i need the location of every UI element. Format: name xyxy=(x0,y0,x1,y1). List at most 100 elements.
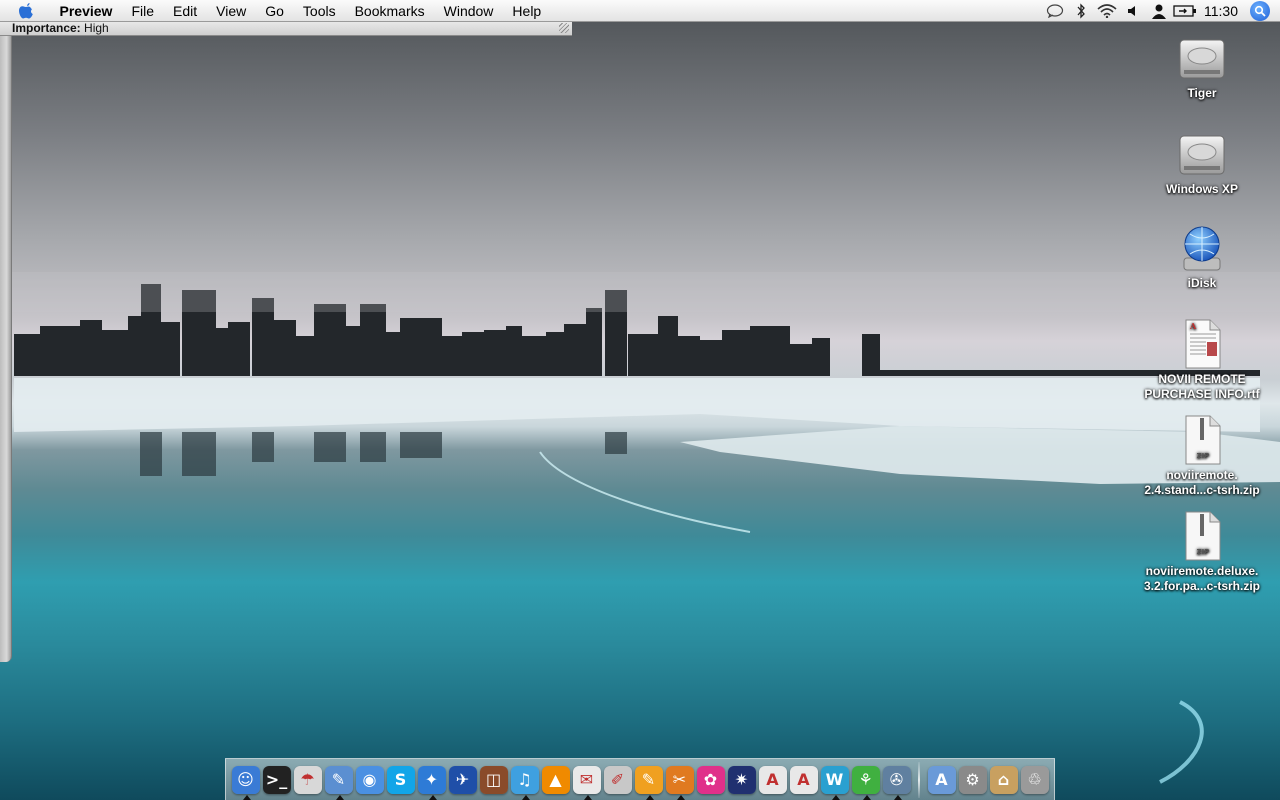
desktop-wallpaper xyxy=(0,22,1280,800)
safari-icon: ✦ xyxy=(417,765,446,794)
dock-item[interactable]: ✐ xyxy=(602,762,633,798)
rtf-document-icon: A xyxy=(1185,319,1221,369)
desktop-icon-label-line1: NOVII REMOTE xyxy=(1158,372,1246,386)
running-indicator-icon xyxy=(584,794,592,800)
star-app-icon: ✷ xyxy=(727,765,756,794)
dock-item[interactable]: ⚙ xyxy=(957,762,988,798)
desktop-icon-tiger[interactable]: Tiger xyxy=(1132,32,1272,101)
network-app-icon: ⚘ xyxy=(851,765,880,794)
running-indicator-icon xyxy=(429,794,437,800)
menu-window[interactable]: Window xyxy=(434,0,503,22)
battery-icon[interactable] xyxy=(1172,0,1198,22)
dock-item[interactable]: ♲ xyxy=(1019,762,1050,798)
ichat-icon: ◉ xyxy=(355,765,384,794)
running-indicator-icon xyxy=(677,794,685,800)
importance-value: High xyxy=(84,21,109,35)
menu-edit[interactable]: Edit xyxy=(164,0,207,22)
menu-go[interactable]: Go xyxy=(256,0,294,22)
zip-archive-icon: ZIP xyxy=(1185,415,1221,465)
bluetooth-icon[interactable] xyxy=(1068,0,1094,22)
dock-item[interactable]: ✉ xyxy=(571,762,602,800)
dock-item[interactable]: A xyxy=(788,762,819,798)
pencil-app-icon: ✎ xyxy=(634,765,663,794)
desktop-icon-windows-xp[interactable]: Windows XP xyxy=(1132,128,1272,197)
acrobat-reader-icon: A xyxy=(789,765,818,794)
menu-file[interactable]: File xyxy=(122,0,164,22)
svg-text:A: A xyxy=(1189,321,1197,331)
dock-item[interactable]: ✿ xyxy=(695,762,726,798)
desktop-icon-rtf-document[interactable]: A NOVII REMOTE PURCHASE INFO.rtf xyxy=(1132,318,1272,402)
wifi-icon[interactable] xyxy=(1094,0,1120,22)
chat-bubble-icon[interactable] xyxy=(1042,0,1068,22)
dock-item[interactable]: ☂ xyxy=(292,762,323,798)
desktop-icon-label-line2: 2.4.stand...c-tsrh.zip xyxy=(1144,483,1260,497)
running-indicator-icon xyxy=(646,794,654,800)
dock-item[interactable]: ✇ xyxy=(881,762,912,800)
finder-icon: ☺ xyxy=(231,765,260,794)
dock-item[interactable]: ✈ xyxy=(447,762,478,798)
acrobat-icon: A xyxy=(758,765,787,794)
preview-window-fragment[interactable]: Importance: High xyxy=(0,22,572,36)
menu-view[interactable]: View xyxy=(207,0,256,22)
desktop-icon-zip-deluxe[interactable]: ZIP noviiremote.deluxe. 3.2.for.pa...c-t… xyxy=(1132,510,1272,594)
skype-icon: S xyxy=(386,765,415,794)
dock-item[interactable]: ✦ xyxy=(416,762,447,800)
terminal-icon: >_ xyxy=(262,765,291,794)
resize-grip-icon[interactable] xyxy=(559,23,569,33)
xcode-icon: ✈ xyxy=(448,765,477,794)
dock-item[interactable]: A xyxy=(926,762,957,798)
itunes-icon: ♫ xyxy=(510,765,539,794)
vlc-icon: ▲ xyxy=(541,765,570,794)
dock-item[interactable]: ◫ xyxy=(478,762,509,798)
hard-drive-icon xyxy=(1179,135,1225,175)
photo-editor-icon: ✇ xyxy=(882,765,911,794)
flower-app-icon: ✿ xyxy=(696,765,725,794)
desktop-icon-label-line1: noviiremote.deluxe. xyxy=(1145,564,1259,578)
textedit-icon: ✉ xyxy=(572,765,601,794)
idisk-icon xyxy=(1183,226,1221,271)
importance-label: Importance: xyxy=(12,21,81,35)
dock-item[interactable]: ☺ xyxy=(230,762,261,800)
dock-item[interactable]: A xyxy=(757,762,788,798)
menu-bar: Preview File Edit View Go Tools Bookmark… xyxy=(0,0,1280,22)
dock-item[interactable]: ▲ xyxy=(540,762,571,798)
dock: ☺ >_ ☂ ✎ ◉ S ✦ ✈ ◫ ♫ ▲ ✉ ✐ ✎ ✂ ✿ ✷ A A W ⚘ ✇ A ⚙ ⌂ ♲ xyxy=(225,758,1055,800)
photo-booth-icon: ◫ xyxy=(479,765,508,794)
menu-tools[interactable]: Tools xyxy=(293,0,345,22)
menu-clock[interactable]: 11:30 xyxy=(1198,3,1250,19)
dock-item[interactable]: ✎ xyxy=(633,762,664,800)
zip-badge: ZIP xyxy=(1197,452,1210,460)
desktop-icon-zip-standard[interactable]: ZIP noviiremote. 2.4.stand...c-tsrh.zip xyxy=(1132,414,1272,498)
running-indicator-icon xyxy=(832,794,840,800)
apple-menu-icon[interactable] xyxy=(16,1,36,21)
hard-drive-icon xyxy=(1179,39,1225,79)
volume-icon[interactable] xyxy=(1120,0,1146,22)
umbrella-icon: ☂ xyxy=(293,765,322,794)
preview-window-edge[interactable] xyxy=(0,36,12,662)
dock-item[interactable]: ⌂ xyxy=(988,762,1019,798)
dock-item[interactable]: ✷ xyxy=(726,762,757,798)
desktop-icon-label-line2: 3.2.for.pa...c-tsrh.zip xyxy=(1143,579,1261,593)
dock-item[interactable]: W xyxy=(819,762,850,800)
zip-archive-icon: ZIP xyxy=(1185,511,1221,561)
desktop-icon-label: Tiger xyxy=(1187,86,1217,100)
dock-item[interactable]: S xyxy=(385,762,416,798)
running-indicator-icon xyxy=(863,794,871,800)
applications-folder-icon: A xyxy=(927,765,956,794)
running-indicator-icon xyxy=(336,794,344,800)
dock-item[interactable]: ⚘ xyxy=(850,762,881,800)
dock-item[interactable]: ✎ xyxy=(323,762,354,800)
running-indicator-icon xyxy=(894,794,902,800)
spotlight-icon[interactable] xyxy=(1250,1,1270,21)
dock-item[interactable]: >_ xyxy=(261,762,292,798)
menu-app-preview[interactable]: Preview xyxy=(50,0,122,22)
menu-bookmarks[interactable]: Bookmarks xyxy=(345,0,434,22)
menu-help[interactable]: Help xyxy=(503,0,551,22)
desktop-icon-label-line2: PURCHASE INFO.rtf xyxy=(1144,387,1260,401)
paint-app-icon: ✂ xyxy=(665,765,694,794)
dock-item[interactable]: ✂ xyxy=(664,762,695,800)
desktop-icon-idisk[interactable]: iDisk xyxy=(1132,222,1272,291)
user-icon[interactable] xyxy=(1146,0,1172,22)
dock-item[interactable]: ◉ xyxy=(354,762,385,798)
dock-item[interactable]: ♫ xyxy=(509,762,540,800)
